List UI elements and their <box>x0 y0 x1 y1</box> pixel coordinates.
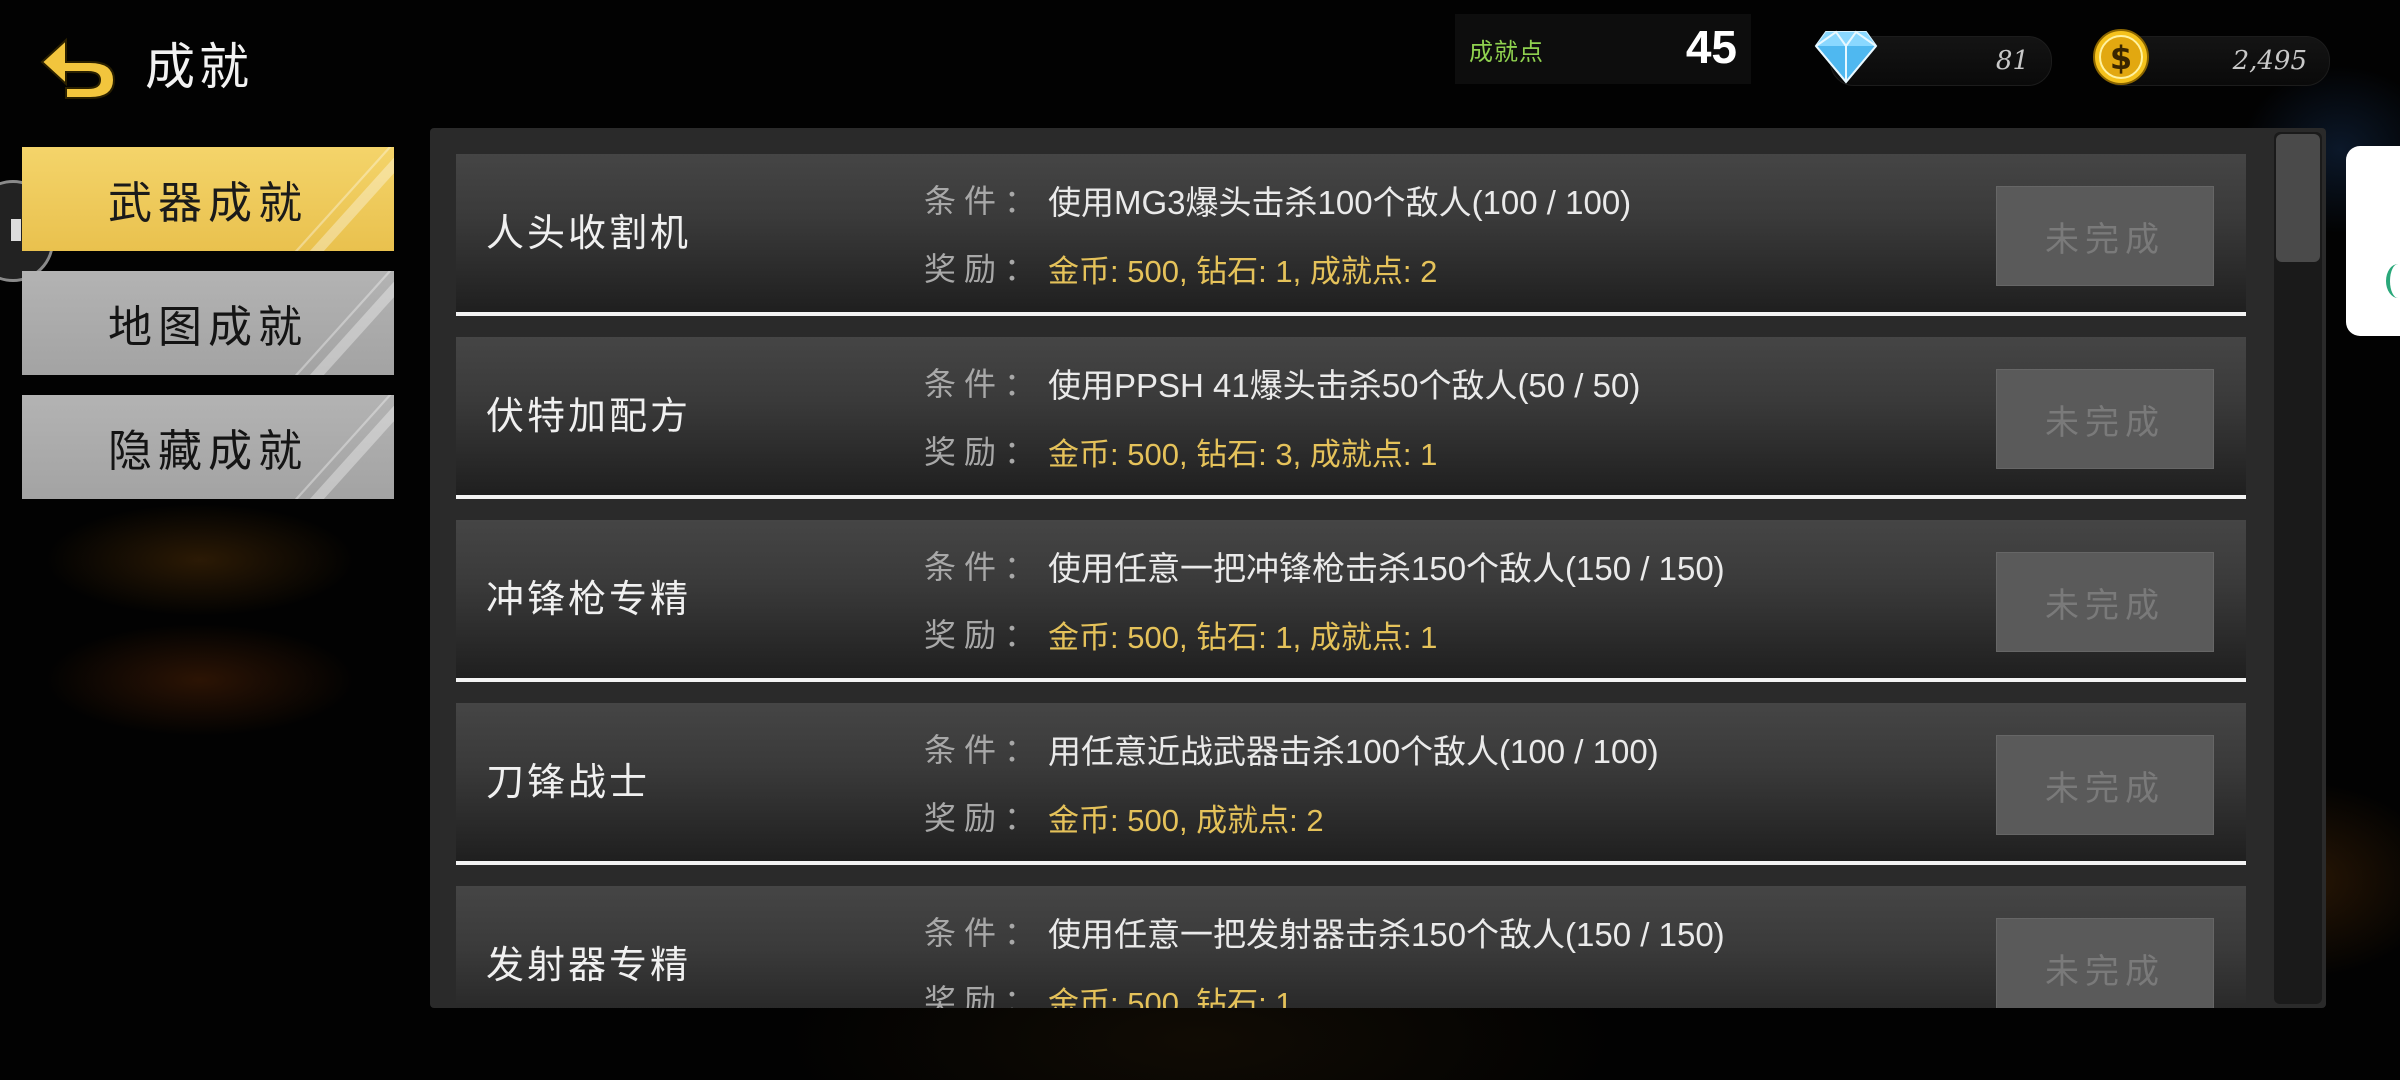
condition-text: 使用PPSH 41爆头击杀50个敌人(50 / 50) <box>1048 367 1641 404</box>
svg-text:$: $ <box>2110 39 2132 77</box>
side-popup-card[interactable] <box>2346 146 2400 336</box>
achievement-name: 人头收割机 <box>486 211 692 255</box>
achievement-row: 伏特加配方 条件： 使用PPSH 41爆头击杀50个敌人(50 / 50) 奖励… <box>456 337 2246 499</box>
reward-label: 奖励： <box>924 250 1045 288</box>
status-button[interactable]: 未完成 <box>1996 186 2214 286</box>
achievement-row: 人头收割机 条件： 使用MG3爆头击杀100个敌人(100 / 100) 奖励：… <box>456 154 2246 316</box>
tab-weapon-achievements[interactable]: 武器成就 <box>22 147 394 251</box>
condition-text: 使用任意一把发射器击杀150个敌人(150 / 150) <box>1048 916 1725 953</box>
condition-text: 使用MG3爆头击杀100个敌人(100 / 100) <box>1048 184 1632 221</box>
achievement-name: 伏特加配方 <box>486 394 692 438</box>
achievement-name: 发射器专精 <box>486 943 692 987</box>
reward-label: 奖励： <box>924 982 1045 1008</box>
condition-text: 使用任意一把冲锋枪击杀150个敌人(150 / 150) <box>1048 550 1725 587</box>
list-scrollbar[interactable] <box>2274 132 2322 1004</box>
tab-map-achievements[interactable]: 地图成就 <box>22 271 394 375</box>
reward-text: 金币: 500, 钻石: 1, 成就点: 2 <box>1048 254 1438 289</box>
condition-label: 条件： <box>924 914 1045 952</box>
dollar-coin-icon: $ <box>2093 29 2149 85</box>
reward-text: 金币: 500, 成就点: 2 <box>1048 803 1324 838</box>
achievement-row: 发射器专精 条件： 使用任意一把发射器击杀150个敌人(150 / 150) 奖… <box>456 886 2246 1008</box>
condition-label: 条件： <box>924 365 1045 403</box>
condition-text: 用任意近战武器击杀100个敌人(100 / 100) <box>1048 733 1659 770</box>
page-title: 成就 <box>145 38 253 96</box>
achievement-row: 冲锋枪专精 条件： 使用任意一把冲锋枪击杀150个敌人(150 / 150) 奖… <box>456 520 2246 682</box>
achievements-screen: 成就 成就点 45 81 2,495 $ 武器成就 地图成就 隐藏成就 人头收割… <box>0 0 2400 1080</box>
scroll-thumb[interactable] <box>2276 134 2320 262</box>
achievement-row: 刀锋战士 条件： 用任意近战武器击杀100个敌人(100 / 100) 奖励： … <box>456 703 2246 865</box>
achievement-name: 刀锋战士 <box>486 760 651 804</box>
reward-text: 金币: 500, 钻石: 1 <box>1048 986 1293 1008</box>
condition-label: 条件： <box>924 548 1045 586</box>
reward-label: 奖励： <box>924 799 1045 837</box>
reward-label: 奖励： <box>924 433 1045 471</box>
coin-count: 2,495 <box>2232 46 2307 76</box>
condition-label: 条件： <box>924 731 1045 769</box>
reward-text: 金币: 500, 钻石: 3, 成就点: 1 <box>1048 437 1438 472</box>
reward-label: 奖励： <box>924 616 1045 654</box>
status-button[interactable]: 未完成 <box>1996 552 2214 652</box>
gem-count: 81 <box>1995 46 2029 76</box>
diamond-icon <box>1814 30 1878 84</box>
status-button[interactable]: 未完成 <box>1996 369 2214 469</box>
achievement-name: 冲锋枪专精 <box>486 577 692 621</box>
status-button[interactable]: 未完成 <box>1996 735 2214 835</box>
achievement-list-panel[interactable]: 人头收割机 条件： 使用MG3爆头击杀100个敌人(100 / 100) 奖励：… <box>430 128 2326 1008</box>
reward-text: 金币: 500, 钻石: 1, 成就点: 1 <box>1048 620 1438 655</box>
back-arrow-icon <box>40 37 116 99</box>
achievement-points-display: 成就点 45 <box>1455 14 1751 84</box>
back-button[interactable] <box>36 34 118 100</box>
status-button[interactable]: 未完成 <box>1996 918 2214 1008</box>
points-label: 成就点 <box>1469 38 1544 66</box>
condition-label: 条件： <box>924 182 1045 220</box>
points-value: 45 <box>1685 21 1737 73</box>
tab-hidden-achievements[interactable]: 隐藏成就 <box>22 395 394 499</box>
achievement-list: 人头收割机 条件： 使用MG3爆头击杀100个敌人(100 / 100) 奖励：… <box>456 154 2246 1008</box>
